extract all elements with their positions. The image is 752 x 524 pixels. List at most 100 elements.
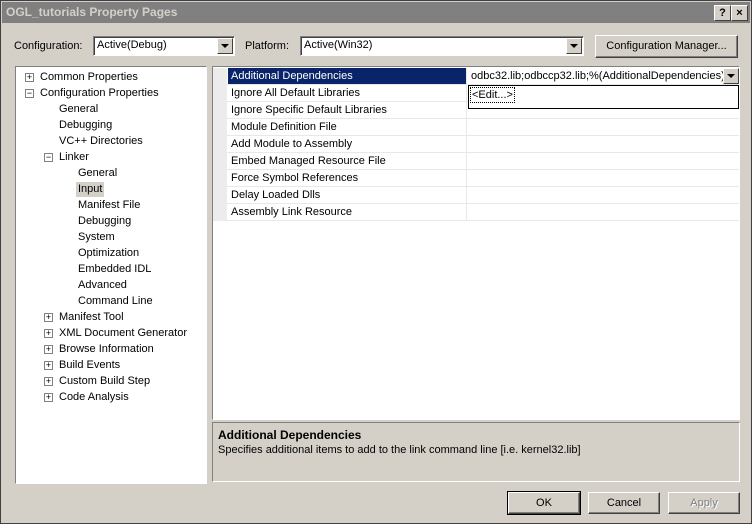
close-button[interactable]: × (731, 5, 748, 21)
tree-item-label: Custom Build Step (59, 375, 151, 387)
tree-item-label: Code Analysis (59, 391, 129, 403)
platform-value: Active(Win32) (304, 39, 373, 51)
configuration-dropdown[interactable]: Active(Debug) (93, 36, 235, 56)
property-tree[interactable]: + Common Properties − Configuration Propert… (15, 66, 207, 484)
tree-item-label: System (78, 231, 115, 243)
property-name[interactable]: Ignore Specific Default Libraries (228, 102, 467, 118)
property-value[interactable] (468, 136, 471, 152)
configuration-label: Configuration: (14, 40, 83, 52)
tree-item[interactable]: General (16, 102, 204, 117)
tree-item-label: Debugging (59, 119, 113, 131)
property-value[interactable]: odbc32.lib;odbccp32.lib;%(AdditionalDepe… (471, 68, 725, 84)
tree-item[interactable]: + Browse Information (16, 342, 204, 357)
tree-item[interactable]: + Build Events (16, 358, 204, 373)
property-name[interactable]: Force Symbol References (228, 170, 467, 186)
property-name[interactable]: Add Module to Assembly (228, 136, 467, 152)
property-value[interactable] (468, 119, 471, 135)
property-name[interactable]: Ignore All Default Libraries (228, 85, 467, 101)
property-value[interactable] (468, 204, 471, 220)
property-name[interactable]: Module Definition File (228, 119, 467, 135)
tree-item-label: Optimization (78, 247, 140, 259)
tree-item-label: Manifest Tool (59, 311, 124, 323)
tree-item[interactable]: Debugging (16, 118, 204, 133)
tree-item[interactable]: + Custom Build Step (16, 374, 204, 389)
value-dropdown-list[interactable]: <Edit...> (468, 85, 739, 109)
property-pages-window: OGL_tutorials Property Pages ? × Configu… (0, 0, 752, 524)
collapse-icon[interactable]: − (25, 89, 34, 98)
tree-item-label: Advanced (78, 279, 127, 291)
property-value-dropdown[interactable]: odbc32.lib;odbccp32.lib;%(AdditionalDepe… (468, 68, 739, 84)
expand-icon[interactable]: + (44, 313, 53, 322)
apply-button[interactable]: Apply (668, 492, 740, 514)
expand-icon[interactable]: + (44, 377, 53, 386)
chevron-down-icon (570, 44, 578, 48)
row-margin (213, 119, 227, 136)
tree-item-label: XML Document Generator (59, 327, 187, 339)
tree-item-label: Input (76, 182, 105, 197)
tree-item[interactable]: − Linker (16, 150, 204, 165)
description-title: Additional Dependencies (218, 428, 362, 442)
configuration-dropdown-arrow[interactable] (217, 38, 233, 54)
tree-item-label: VC++ Directories (59, 135, 143, 147)
property-value[interactable] (468, 170, 471, 186)
value-dropdown-arrow[interactable] (723, 68, 739, 84)
expand-icon[interactable]: + (44, 393, 53, 402)
property-row[interactable]: Embed Managed Resource File (213, 153, 739, 170)
tree-item[interactable]: Command Line (16, 294, 204, 309)
tree-item[interactable]: − Configuration Properties (16, 86, 204, 101)
tree-item-label: Command Line (78, 295, 153, 307)
row-margin (213, 102, 227, 119)
edit-option[interactable]: <Edit...> (470, 87, 515, 103)
ok-button[interactable]: OK (507, 491, 581, 515)
tree-item[interactable]: + Code Analysis (16, 390, 204, 405)
expand-icon[interactable]: + (44, 329, 53, 338)
tree-item-label: Browse Information (59, 343, 154, 355)
cancel-button[interactable]: Cancel (588, 492, 660, 514)
tree-item-label: Linker (59, 151, 89, 163)
tree-item[interactable]: Embedded IDL (16, 262, 204, 277)
collapse-icon[interactable]: − (44, 153, 53, 162)
property-row[interactable]: Assembly Link Resource (213, 204, 739, 221)
expand-icon[interactable]: + (44, 345, 53, 354)
tree-item[interactable]: + Common Properties (16, 70, 204, 85)
property-row[interactable]: Delay Loaded Dlls (213, 187, 739, 204)
tree-item[interactable]: Advanced (16, 278, 204, 293)
configuration-manager-button[interactable]: Configuration Manager... (595, 35, 738, 58)
property-name[interactable]: Additional Dependencies (228, 68, 467, 84)
tree-item[interactable]: General (16, 166, 204, 181)
property-value[interactable] (468, 187, 471, 203)
tree-item[interactable]: Input (16, 182, 204, 197)
tree-item-label: Embedded IDL (78, 263, 152, 275)
platform-dropdown-arrow[interactable] (566, 38, 582, 54)
title-bar[interactable]: OGL_tutorials Property Pages ? × (2, 2, 750, 23)
expand-icon[interactable]: + (44, 361, 53, 370)
row-margin (213, 204, 227, 221)
property-row[interactable]: Force Symbol References (213, 170, 739, 187)
property-row[interactable]: Additional Dependencies odbc32.lib;odbccp… (213, 68, 739, 85)
tree-item[interactable]: + Manifest Tool (16, 310, 204, 325)
property-name[interactable]: Embed Managed Resource File (228, 153, 467, 169)
property-grid[interactable]: Additional Dependencies odbc32.lib;odbccp… (212, 66, 740, 420)
configuration-value: Active(Debug) (97, 39, 167, 51)
property-name[interactable]: Delay Loaded Dlls (228, 187, 467, 203)
tree-item-label: Build Events (59, 359, 121, 371)
expand-icon[interactable]: + (25, 73, 34, 82)
row-margin (213, 85, 227, 102)
property-row[interactable]: Module Definition File (213, 119, 739, 136)
property-value[interactable] (468, 153, 471, 169)
property-name[interactable]: Assembly Link Resource (228, 204, 467, 220)
property-row[interactable]: Add Module to Assembly (213, 136, 739, 153)
tree-item[interactable]: Manifest File (16, 198, 204, 213)
tree-item[interactable]: + XML Document Generator (16, 326, 204, 341)
tree-item[interactable]: Debugging (16, 214, 204, 229)
help-button[interactable]: ? (714, 5, 731, 21)
tree-item[interactable]: VC++ Directories (16, 134, 204, 149)
tree-item-label: Manifest File (78, 199, 141, 211)
row-margin (213, 170, 227, 187)
tree-item[interactable]: System (16, 230, 204, 245)
description-text: Specifies additional items to add to the… (218, 444, 581, 456)
tree-item[interactable]: Optimization (16, 246, 204, 261)
row-margin (213, 136, 227, 153)
tree-item-label: Common Properties (40, 71, 138, 83)
platform-dropdown[interactable]: Active(Win32) (300, 36, 584, 56)
